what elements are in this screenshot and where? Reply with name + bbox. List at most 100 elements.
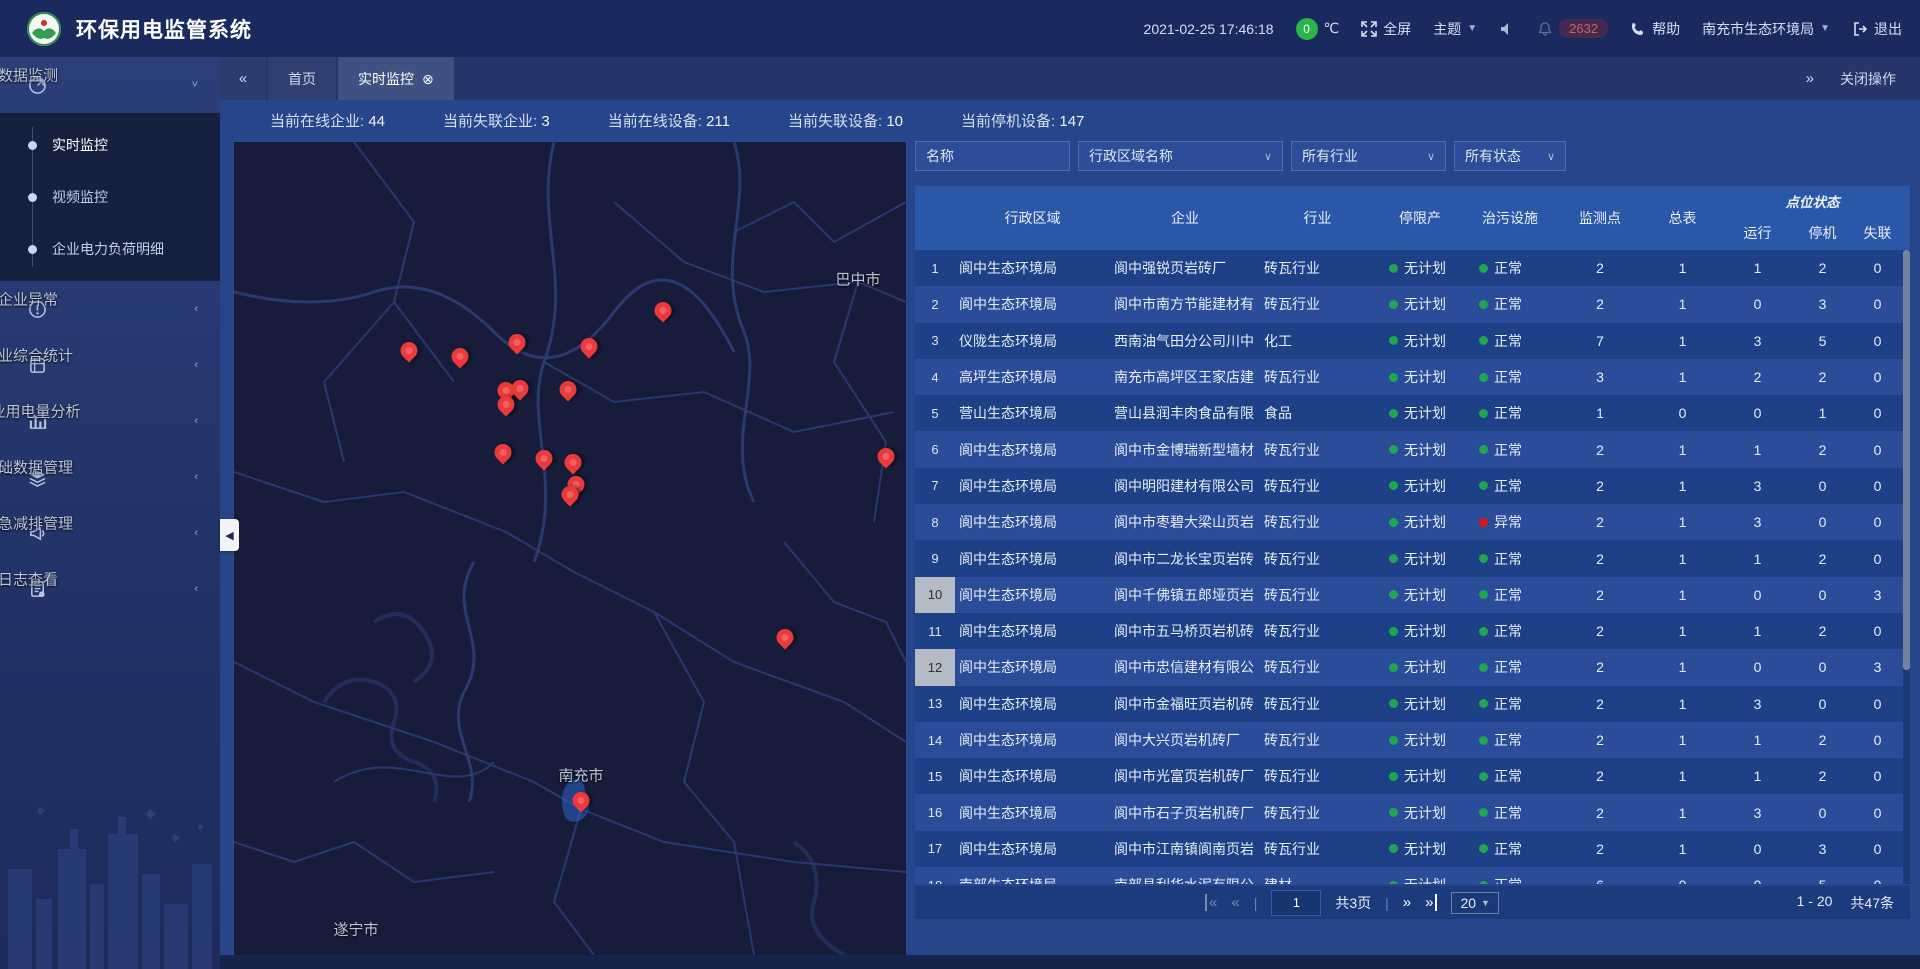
cell-lost: 3 [1850,587,1905,603]
cell-plan: 无计划 [1375,549,1465,569]
tab-scroll-right-icon[interactable]: » [1806,70,1814,87]
cell-company: 阆中市忠信建材有限公 [1110,657,1260,677]
cell-lost: 0 [1850,551,1905,567]
next-page-icon[interactable]: » [1403,894,1411,911]
header-cell-0: 行政区域 [955,186,1110,250]
scrollbar-thumb[interactable] [1903,250,1910,670]
table-row[interactable]: 7阆中生态环境局阆中明阳建材有限公司砖瓦行业无计划正常21300 [915,468,1910,504]
table-row[interactable]: 6阆中生态环境局阆中市金博瑞新型墙材砖瓦行业无计划正常21120 [915,431,1910,467]
status-filter-select[interactable]: 所有状态∨ [1454,141,1566,171]
table-row[interactable]: 11阆中生态环境局阆中市五马桥页岩机砖砖瓦行业无计划正常21120 [915,613,1910,649]
tab-scroll-left-icon[interactable]: « [220,57,266,100]
chevron-left-icon: ‹ [194,303,198,315]
cell-lost: 0 [1850,768,1905,784]
table-row[interactable]: 9阆中生态环境局阆中市二龙长宝页岩砖砖瓦行业无计划正常21120 [915,540,1910,576]
status-text: 正常 [1494,403,1522,423]
status-text: 正常 [1494,694,1522,714]
org-dropdown[interactable]: 南充市生态环境局▼ [1702,19,1830,39]
prev-page-icon[interactable]: « [1231,894,1239,911]
map-panel[interactable]: 巴中市南充市遂宁市 [233,141,907,956]
table-row[interactable]: 12阆中生态环境局阆中市忠信建材有限公砖瓦行业无计划正常21003 [915,649,1910,685]
table-row[interactable]: 14阆中生态环境局阆中大兴页岩机砖厂砖瓦行业无计划正常21120 [915,722,1910,758]
sidebar-item-6[interactable]: 日志查看‹ [0,561,220,617]
status-text: 正常 [1494,258,1522,278]
cell-meter: 1 [1645,587,1720,603]
cell-plan: 无计划 [1375,258,1465,278]
row-index: 12 [915,649,955,685]
table-row[interactable]: 1阆中生态环境局阆中强锐页岩砖厂砖瓦行业无计划正常21120 [915,250,1910,286]
sidebar-subitem-label: 实时监控 [52,135,108,155]
header-cell-3: 停限产 [1375,186,1465,250]
cell-meter: 0 [1645,405,1720,421]
notifications-button[interactable]: 2632 [1537,19,1608,38]
tab-实时监控[interactable]: 实时监控⊗ [338,57,454,100]
chevron-left-icon: ‹ [194,359,198,371]
page-input[interactable] [1271,890,1321,916]
sidebar-collapse-button[interactable]: ◀ [220,519,239,551]
cell-region: 仪陇生态环境局 [955,331,1110,351]
sidebar-subitem[interactable]: 视频监控 [0,171,220,223]
fullscreen-button[interactable]: 全屏 [1361,19,1411,39]
tab-close-icon[interactable]: ⊗ [422,72,434,86]
table-row[interactable]: 17阆中生态环境局阆中市江南镇阆南页岩砖瓦行业无计划正常21030 [915,831,1910,867]
page-size-select[interactable]: 20▼ [1451,892,1499,914]
status-text: 正常 [1494,367,1522,387]
table-row[interactable]: 4高坪生态环境局南充市高坪区王家店建砖瓦行业无计划正常31220 [915,359,1910,395]
sidebar-item-5[interactable]: 应急减排管理‹ [0,505,220,561]
tab-list: 首页实时监控⊗ [266,57,454,100]
table-row[interactable]: 3仪陇生态环境局西南油气田分公司川中化工无计划正常71350 [915,323,1910,359]
cell-region: 阆中生态环境局 [955,803,1110,823]
sidebar-item-2[interactable]: 企业综合统计‹ [0,337,220,393]
status-dot-icon [1389,844,1398,853]
sidebar-item-4[interactable]: 基础数据管理‹ [0,449,220,505]
theme-dropdown[interactable]: 主题▼ [1433,19,1477,39]
cell-run: 1 [1720,732,1795,748]
sidebar-item-3[interactable]: 企业用电量分析‹ [0,393,220,449]
cell-monitor: 2 [1555,478,1645,494]
table-row[interactable]: 8阆中生态环境局阆中市枣碧大梁山页岩砖瓦行业无计划异常21300 [915,504,1910,540]
row-index: 8 [915,504,955,540]
table-row[interactable]: 15阆中生态环境局阆中市光富页岩机砖厂砖瓦行业无计划正常21120 [915,758,1910,794]
table-row[interactable]: 10阆中生态环境局阆中千佛镇五郎垭页岩砖瓦行业无计划正常21003 [915,577,1910,613]
tab-首页[interactable]: 首页 [268,57,336,100]
stat-label: 当前失联设备: [788,113,886,130]
close-operations-button[interactable]: 关闭操作 [1840,69,1896,89]
table-row[interactable]: 2阆中生态环境局阆中市南方节能建材有砖瓦行业无计划正常21030 [915,286,1910,322]
sidebar-item-0[interactable]: 数据监测˅ [0,57,220,113]
cell-monitor: 2 [1555,296,1645,312]
mute-button[interactable] [1499,21,1515,37]
stat-value: 44 [368,113,385,130]
cell-company: 阆中市南方节能建材有 [1110,294,1260,314]
table-row[interactable]: 5营山生态环境局营山县润丰肉食品有限食品无计划正常10010 [915,395,1910,431]
logout-button[interactable]: 退出 [1852,19,1902,39]
sidebar-subitem[interactable]: 企业电力负荷明细 [0,223,220,275]
chevron-down-icon: ▼ [1820,23,1830,34]
cell-status: 正常 [1465,875,1555,884]
cell-lost: 0 [1850,260,1905,276]
industry-filter-select[interactable]: 所有行业∨ [1291,141,1446,171]
sidebar-subitem[interactable]: 实时监控 [0,119,220,171]
sidebar-menu: 数据监测˅ 实时监控视频监控企业电力负荷明细企业异常‹企业综合统计‹企业用电量分析… [0,57,220,617]
cell-stop: 2 [1795,768,1850,784]
cell-run: 1 [1720,260,1795,276]
chevron-left-icon: ‹ [194,527,198,539]
map-roads [234,142,906,955]
header-cell-1: 企业 [1110,186,1260,250]
status-text: 正常 [1494,766,1522,786]
pagination-summary: 1 - 20 共47条 [1797,893,1894,913]
name-filter-input[interactable] [915,141,1070,171]
cell-industry: 砖瓦行业 [1260,367,1375,387]
cell-run: 0 [1720,841,1795,857]
cell-plan: 无计划 [1375,440,1465,460]
table-row[interactable]: 18南部生态环境局南部县利华水泥有限公建材无计划正常60050 [915,867,1910,884]
first-page-icon[interactable]: « [1205,894,1217,911]
region-filter-select[interactable]: 行政区域名称∨ [1078,141,1283,171]
status-dot-icon [1479,844,1488,853]
cell-stop: 2 [1795,442,1850,458]
table-row[interactable]: 16阆中生态环境局阆中市石子页岩机砖厂砖瓦行业无计划正常21300 [915,794,1910,830]
chevron-left-icon: ‹ [194,415,198,427]
help-button[interactable]: 帮助 [1630,19,1680,39]
last-page-icon[interactable]: » [1425,894,1437,911]
table-row[interactable]: 13阆中生态环境局阆中市金福旺页岩机砖砖瓦行业无计划正常21300 [915,686,1910,722]
sidebar-item-1[interactable]: 企业异常‹ [0,281,220,337]
